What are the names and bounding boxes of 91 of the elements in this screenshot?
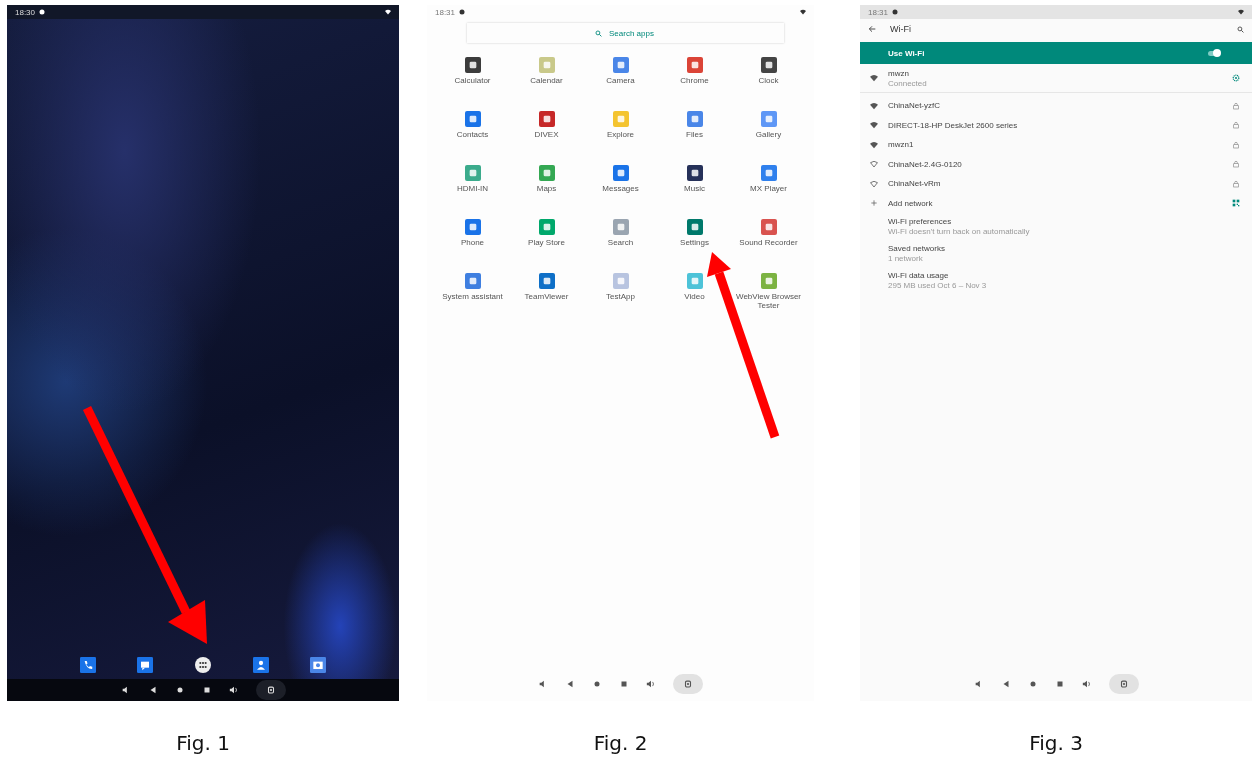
wifi-signal-icon <box>870 121 878 130</box>
app-label[interactable]: Gallery <box>755 130 782 139</box>
recents-icon[interactable] <box>619 679 629 689</box>
volume-up-icon[interactable] <box>646 679 656 689</box>
app-label[interactable]: Calculator <box>454 76 491 85</box>
network-row[interactable]: ChinaNet-2.4G-0120 <box>860 154 1252 174</box>
wifi-signal-icon <box>385 9 391 15</box>
home-icon[interactable] <box>592 679 602 689</box>
status-time: 18:30 <box>15 7 36 17</box>
network-name: DIRECT-18-HP DeskJet 2600 series <box>888 120 1018 130</box>
app-label[interactable]: Chrome <box>680 76 709 85</box>
plus-icon[interactable] <box>870 199 878 208</box>
screen-title: Wi-Fi <box>890 24 912 34</box>
app-label[interactable]: Music <box>684 184 705 193</box>
app-label[interactable]: Clock <box>758 76 779 85</box>
gear-icon[interactable] <box>1232 74 1240 82</box>
network-row[interactable]: DIRECT-18-HP DeskJet 2600 series <box>860 115 1252 135</box>
app-label[interactable]: Files <box>686 130 703 139</box>
network-row[interactable]: ChinaNet-yzfC <box>860 96 1252 116</box>
app-label[interactable]: TeamViewer <box>524 292 569 301</box>
network-row[interactable]: mwzn1 <box>860 135 1252 155</box>
app-label[interactable]: Maps <box>536 184 557 193</box>
app-label[interactable]: WebView Browser Tester <box>732 292 805 310</box>
back-icon[interactable] <box>565 679 575 689</box>
app-label[interactable]: MX Player <box>750 184 787 193</box>
app-label[interactable]: Explore <box>606 130 635 139</box>
screenshot-icon[interactable] <box>255 680 286 700</box>
network-name: mwzn <box>888 68 909 78</box>
phone-icon[interactable] <box>79 657 96 673</box>
app-label[interactable]: DIVEX <box>534 130 559 139</box>
wifi-signal-icon <box>870 179 878 188</box>
preference-row[interactable]: Wi-Fi data usage 295 MB used Oct 6 – Nov 3 <box>860 267 1252 294</box>
search-icon[interactable] <box>1237 25 1244 33</box>
preference-row[interactable]: Saved networks 1 network <box>860 240 1252 267</box>
app-label[interactable]: Messages <box>602 184 639 193</box>
app-label[interactable]: Contacts <box>456 130 489 139</box>
notification-icon <box>459 9 466 15</box>
lock-icon <box>1232 121 1240 130</box>
lock-icon <box>1232 179 1240 188</box>
wifi-toggle[interactable] <box>1208 50 1220 56</box>
toggle-label: Use Wi-Fi <box>888 48 925 58</box>
contacts-icon[interactable] <box>252 657 269 673</box>
network-row[interactable]: ChinaNet-vRm <box>860 174 1252 194</box>
app-label[interactable]: Camera <box>606 76 635 85</box>
app-label[interactable]: Sound Recorder <box>739 238 798 247</box>
lock-icon <box>1232 140 1240 149</box>
figure-caption: Fig. 1 <box>176 731 230 755</box>
wifi-signal-icon <box>800 9 806 15</box>
app-label[interactable]: System assistant <box>442 292 503 301</box>
app-label[interactable]: HDMI-IN <box>456 184 489 193</box>
app-drawer-icon[interactable] <box>195 657 211 673</box>
network-status: Connected <box>888 78 927 88</box>
network-name: ChinaNet-yzfC <box>888 101 940 111</box>
screenshot-icon[interactable] <box>1108 674 1139 694</box>
wifi-signal-icon <box>870 140 878 149</box>
app-icon[interactable] <box>464 57 481 73</box>
app-label[interactable]: Settings <box>680 238 709 247</box>
wifi-signal-icon <box>870 74 878 82</box>
lock-icon <box>1232 101 1240 110</box>
app-label[interactable]: Play Store <box>528 238 565 247</box>
volume-up-icon[interactable] <box>1081 679 1092 689</box>
notification-icon <box>39 9 46 15</box>
notification-icon <box>892 9 899 15</box>
app-label[interactable]: Search <box>607 238 634 247</box>
messages-icon[interactable] <box>137 657 154 673</box>
screenshot-icon[interactable] <box>673 674 703 694</box>
back-arrow-icon[interactable] <box>868 25 876 33</box>
network-name: mwzn1 <box>888 140 914 150</box>
figure-caption: Fig. 3 <box>1029 731 1083 755</box>
app-label[interactable]: TestApp <box>606 292 635 301</box>
app-label[interactable]: Phone <box>460 238 485 247</box>
qr-code-icon[interactable] <box>1232 199 1240 208</box>
status-time: 18:31 <box>868 7 889 17</box>
network-name: ChinaNet-2.4G-0120 <box>888 159 962 169</box>
app-icon[interactable] <box>760 57 777 73</box>
camera-icon[interactable] <box>310 657 327 673</box>
app-icon[interactable] <box>538 111 555 127</box>
volume-up-icon[interactable] <box>228 685 239 695</box>
network-name: ChinaNet-vRm <box>888 179 941 189</box>
add-network-link[interactable]: Add network <box>888 198 933 208</box>
app-icon[interactable] <box>686 165 703 181</box>
wifi-signal-icon <box>870 160 878 169</box>
preference-row[interactable]: Wi-Fi preferences Wi-Fi doesn't turn back on automatically <box>860 213 1252 240</box>
figure-caption: Fig. 2 <box>593 731 648 755</box>
wifi-signal-icon <box>870 101 878 110</box>
lock-icon <box>1232 160 1240 169</box>
wifi-signal-icon <box>1238 9 1244 15</box>
app-label[interactable]: Video <box>684 292 705 301</box>
status-time: 18:31 <box>435 7 456 17</box>
search-field[interactable]: Search apps <box>467 23 784 43</box>
app-label[interactable]: Calendar <box>530 76 563 85</box>
